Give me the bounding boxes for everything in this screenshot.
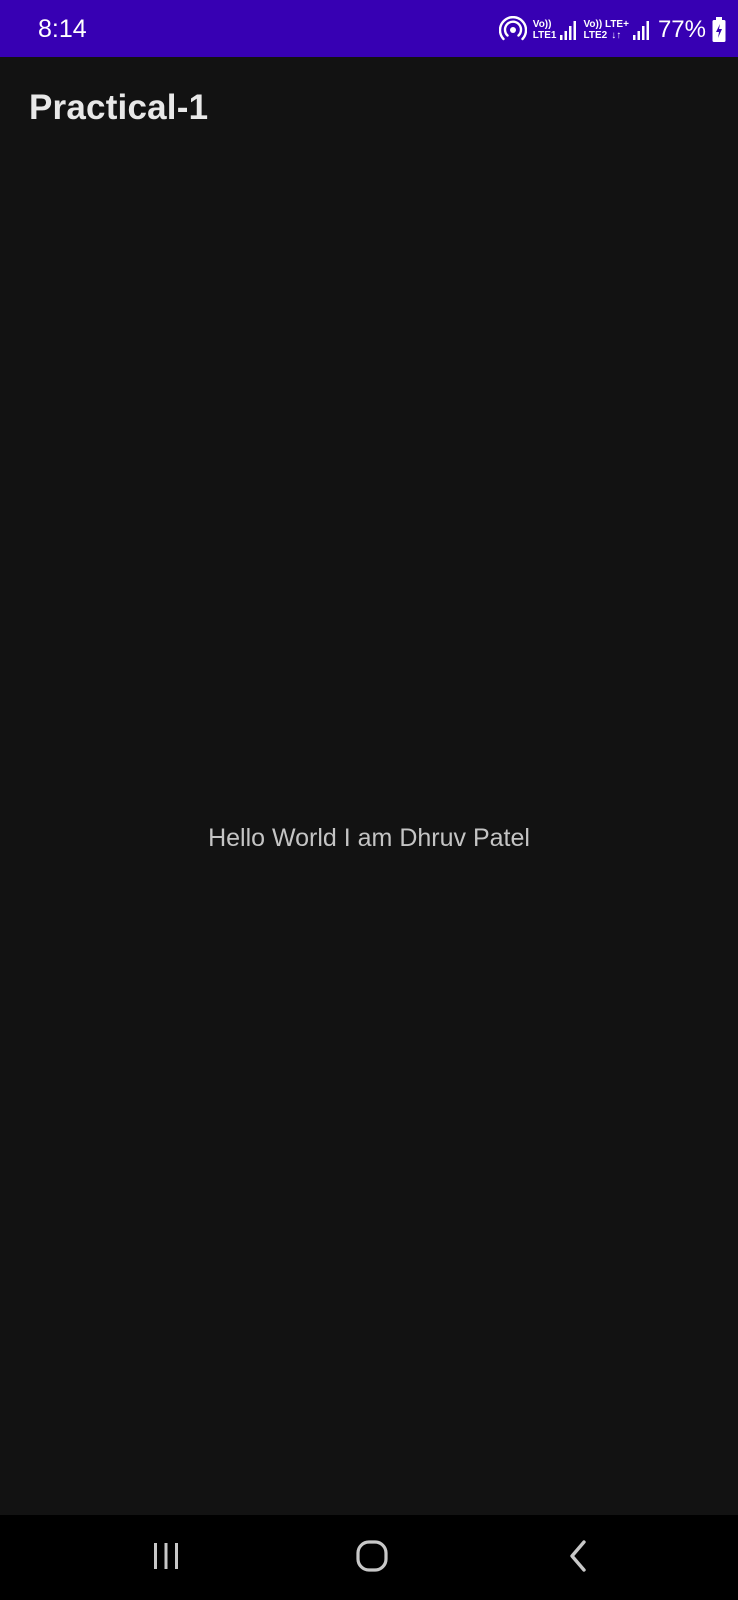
status-time: 8:14 — [38, 15, 87, 43]
status-icons: Vo)) LTE1 Vo)) LTE+ LTE2 ↓↑ 77% — [498, 12, 726, 48]
status-bar: 8:14 Vo)) LTE1 Vo)) LTE+ LTE2 ↓↑ 77% — [0, 0, 738, 57]
back-button[interactable] — [548, 1531, 608, 1581]
sim2-label: Vo)) LTE+ LTE2 ↓↑ — [583, 19, 628, 41]
signal-icon — [559, 18, 577, 42]
sim2-network: Vo)) LTE+ LTE2 ↓↑ — [583, 18, 649, 42]
home-icon — [355, 1539, 389, 1573]
hello-world-text: Hello World I am Dhruv Patel — [208, 824, 530, 852]
navigation-bar — [0, 1515, 738, 1600]
app-screen: 8:14 Vo)) LTE1 Vo)) LTE+ LTE2 ↓↑ 77% Pra… — [0, 0, 738, 1600]
app-title: Practical-1 — [29, 88, 209, 127]
sim1-name: LTE1 — [532, 30, 557, 41]
sim1-volte: Vo)) — [532, 19, 552, 30]
recents-icon — [149, 1541, 183, 1571]
home-button[interactable] — [342, 1531, 402, 1581]
sim1-network: Vo)) LTE1 — [533, 18, 578, 42]
signal-icon — [632, 18, 650, 42]
recents-button[interactable] — [136, 1531, 196, 1581]
battery-percent: 77% — [657, 16, 706, 43]
sim2-name: LTE2 — [583, 30, 608, 41]
back-icon — [566, 1539, 590, 1573]
sim1-label: Vo)) LTE1 — [533, 19, 557, 41]
data-arrows-icon: ↓↑ — [611, 30, 622, 41]
sim2-volte: Vo)) LTE+ — [583, 19, 629, 30]
hotspot-icon — [498, 16, 527, 44]
battery-charging-icon — [712, 17, 726, 43]
